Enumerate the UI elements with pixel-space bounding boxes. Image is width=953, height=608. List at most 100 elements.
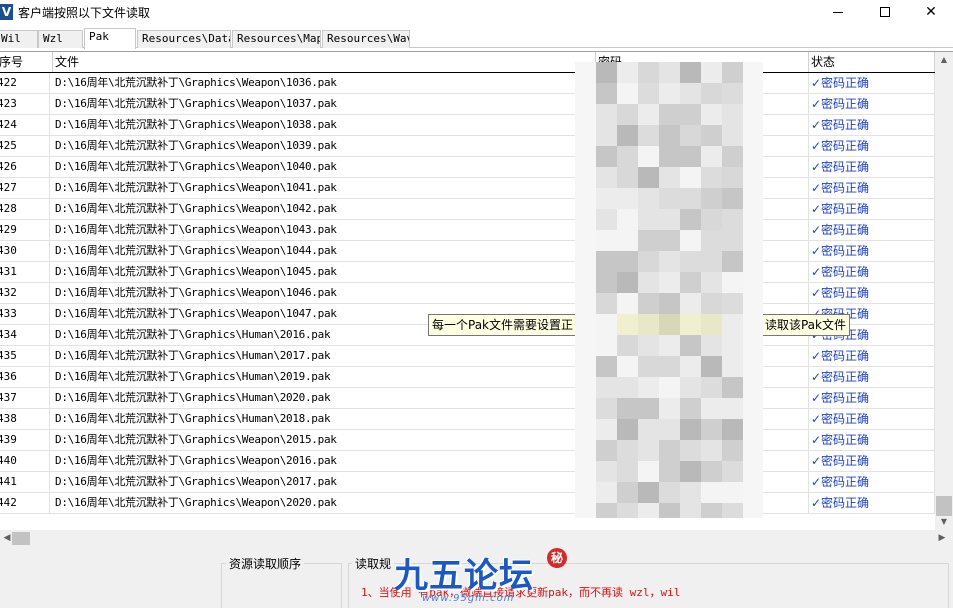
table-row[interactable]: 431D:\16周年\北荒沉默补丁\Graphics\Weapon\1045.p…	[0, 262, 935, 283]
table-row[interactable]: 427D:\16周年\北荒沉默补丁\Graphics\Weapon\1041.p…	[0, 178, 935, 199]
vertical-scrollbar[interactable]: ▲ ▼	[935, 52, 953, 530]
column-header-file[interactable]: 文件	[53, 52, 596, 72]
cell-status: ✓密码正确	[809, 178, 935, 198]
cell-index: 432	[0, 283, 50, 303]
table-row[interactable]: 440D:\16周年\北荒沉默补丁\Graphics\Weapon\2016.p…	[0, 451, 935, 472]
redaction-pixel	[575, 293, 596, 314]
redaction-pixel	[743, 230, 763, 251]
scroll-up-icon[interactable]: ▲	[935, 52, 953, 68]
redaction-pixel	[638, 188, 659, 209]
redaction-pixel	[743, 104, 763, 125]
table-row[interactable]: 428D:\16周年\北荒沉默补丁\Graphics\Weapon\1042.p…	[0, 199, 935, 220]
redaction-pixel	[575, 230, 596, 251]
redaction-pixel	[617, 419, 638, 440]
table-row[interactable]: 435D:\16周年\北荒沉默补丁\Graphics\Human\2017.pa…	[0, 346, 935, 367]
cell-file: D:\16周年\北荒沉默补丁\Graphics\Weapon\1041.pak	[53, 178, 596, 198]
redaction-pixel	[617, 104, 638, 125]
redaction-pixel	[659, 293, 680, 314]
redaction-pixel	[638, 272, 659, 293]
redaction-pixel	[680, 209, 701, 230]
redaction-pixel	[575, 104, 596, 125]
table-row[interactable]: 425D:\16周年\北荒沉默补丁\Graphics\Weapon\1039.p…	[0, 136, 935, 157]
redaction-pixel	[743, 356, 763, 377]
redaction-pixel	[638, 461, 659, 482]
horizontal-scrollbar[interactable]: ◀ ▶	[0, 530, 953, 547]
table-row[interactable]: 437D:\16周年\北荒沉默补丁\Graphics\Human\2020.pa…	[0, 388, 935, 409]
redaction-pixel	[743, 461, 763, 482]
redaction-pixel	[659, 335, 680, 356]
redaction-pixel	[638, 209, 659, 230]
redaction-pixel	[701, 482, 722, 503]
table-row[interactable]: 426D:\16周年\北荒沉默补丁\Graphics\Weapon\1040.p…	[0, 157, 935, 178]
cell-file: D:\16周年\北荒沉默补丁\Graphics\Weapon\1037.pak	[53, 94, 596, 114]
cell-file: D:\16周年\北荒沉默补丁\Graphics\Weapon\2017.pak	[53, 472, 596, 492]
redaction-pixel	[743, 419, 763, 440]
redaction-pixel	[638, 167, 659, 188]
table-row[interactable]: 438D:\16周年\北荒沉默补丁\Graphics\Human\2018.pa…	[0, 409, 935, 430]
redaction-pixel	[701, 356, 722, 377]
maximize-button[interactable]	[862, 0, 908, 24]
scroll-right-icon[interactable]: ▶	[935, 530, 949, 547]
table-row[interactable]: 432D:\16周年\北荒沉默补丁\Graphics\Weapon\1046.p…	[0, 283, 935, 304]
close-icon: ✕	[925, 4, 937, 20]
cell-index: 439	[0, 430, 50, 450]
redaction-pixel	[659, 461, 680, 482]
table-row[interactable]: 442D:\16周年\北荒沉默补丁\Graphics\Weapon\2020.p…	[0, 493, 935, 514]
table-row[interactable]: 439D:\16周年\北荒沉默补丁\Graphics\Weapon\2015.p…	[0, 430, 935, 451]
scroll-down-icon[interactable]: ▼	[935, 514, 953, 530]
redaction-pixel	[596, 167, 617, 188]
tab-resources-wav[interactable]: Resources\Wav	[322, 30, 410, 48]
tab-wzl[interactable]: Wzl	[38, 30, 83, 48]
redaction-pixel	[575, 125, 596, 146]
cell-index: 441	[0, 472, 50, 492]
cell-index: 438	[0, 409, 50, 429]
redacted-password-area	[575, 62, 763, 518]
redaction-pixel	[701, 440, 722, 461]
redaction-pixel	[701, 125, 722, 146]
redaction-pixel	[743, 482, 763, 503]
cell-index: 440	[0, 451, 50, 471]
redaction-pixel	[617, 461, 638, 482]
tab-wil[interactable]: Wil	[0, 30, 38, 48]
redaction-pixel	[638, 83, 659, 104]
cell-index: 437	[0, 388, 50, 408]
vertical-scroll-thumb[interactable]	[936, 496, 952, 516]
file-grid[interactable]: 序号 文件 密码 状态 422D:\16周年\北荒沉默补丁\Graphics\W…	[0, 51, 953, 547]
cell-status: ✓密码正确	[809, 367, 935, 387]
redaction-pixel	[575, 62, 596, 83]
app-icon: V	[0, 4, 13, 20]
cell-status: ✓密码正确	[809, 94, 935, 114]
grid-header: 序号 文件 密码 状态	[0, 52, 935, 73]
redaction-pixel	[596, 461, 617, 482]
table-row[interactable]: 424D:\16周年\北荒沉默补丁\Graphics\Weapon\1038.p…	[0, 115, 935, 136]
redaction-pixel	[722, 440, 743, 461]
column-header-index[interactable]: 序号	[0, 52, 53, 72]
redaction-pixel	[659, 398, 680, 419]
redaction-pixel	[722, 419, 743, 440]
tab-resources-data[interactable]: Resources\Data	[137, 30, 231, 48]
tooltip-text-right: 读取该Pak文件	[764, 318, 846, 332]
redaction-pixel	[638, 314, 659, 335]
horizontal-scroll-thumb[interactable]	[12, 532, 30, 545]
cell-index: 434	[0, 325, 50, 345]
redaction-pixel	[575, 419, 596, 440]
table-row[interactable]: 422D:\16周年\北荒沉默补丁\Graphics\Weapon\1036.p…	[0, 73, 935, 94]
table-row[interactable]: 436D:\16周年\北荒沉默补丁\Graphics\Human\2019.pa…	[0, 367, 935, 388]
cell-file: D:\16周年\北荒沉默补丁\Graphics\Weapon\1039.pak	[53, 136, 596, 156]
table-row[interactable]: 441D:\16周年\北荒沉默补丁\Graphics\Weapon\2017.p…	[0, 472, 935, 493]
tab-resources-map[interactable]: Resources\Map	[232, 30, 321, 48]
column-header-status[interactable]: 状态	[809, 52, 935, 72]
minimize-button[interactable]	[815, 0, 861, 24]
redaction-pixel	[659, 503, 680, 518]
table-row[interactable]: 423D:\16周年\北荒沉默补丁\Graphics\Weapon\1037.p…	[0, 94, 935, 115]
redaction-pixel	[596, 230, 617, 251]
cell-file: D:\16周年\北荒沉默补丁\Graphics\Weapon\1040.pak	[53, 157, 596, 177]
close-button[interactable]: ✕	[908, 0, 953, 24]
table-row[interactable]: 429D:\16周年\北荒沉默补丁\Graphics\Weapon\1043.p…	[0, 220, 935, 241]
cell-status: ✓密码正确	[809, 409, 935, 429]
redaction-pixel	[638, 230, 659, 251]
table-row[interactable]: 430D:\16周年\北荒沉默补丁\Graphics\Weapon\1044.p…	[0, 241, 935, 262]
tab-pak[interactable]: Pak	[84, 28, 136, 49]
cell-index: 436	[0, 367, 50, 387]
redaction-pixel	[659, 188, 680, 209]
